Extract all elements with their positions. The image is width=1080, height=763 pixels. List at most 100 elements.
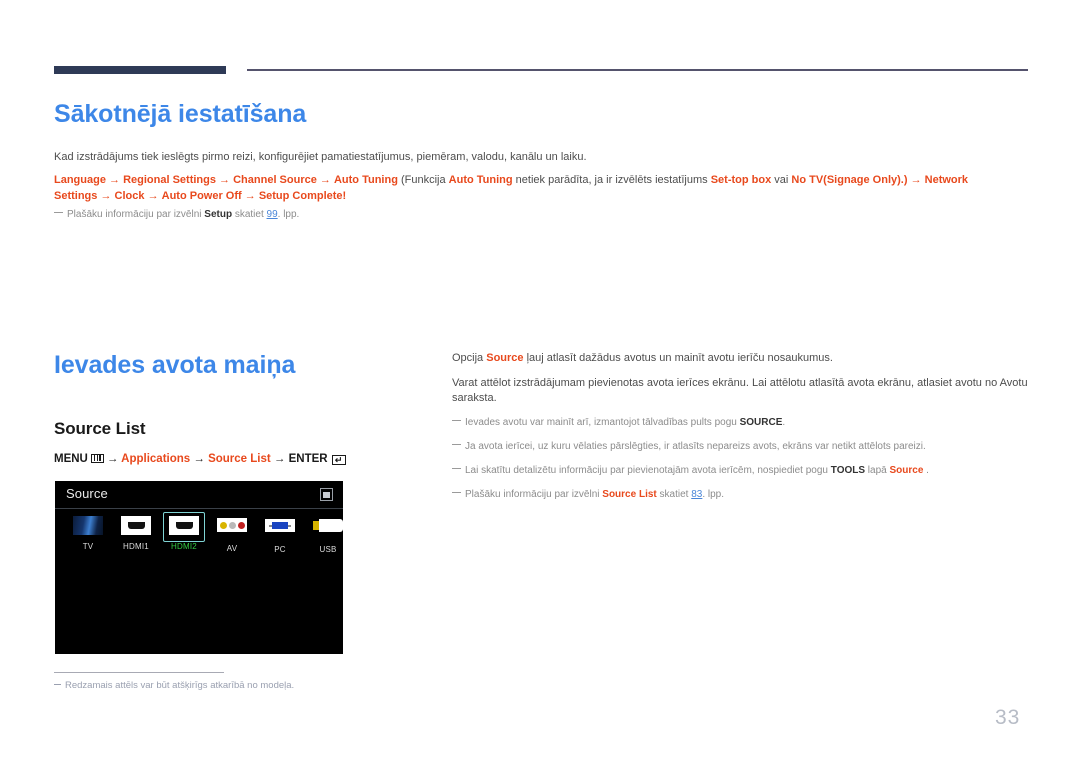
menu-label: MENU: [54, 453, 88, 465]
right-note-1: Ievades avotu var mainīt arī, izmantojot…: [452, 416, 1028, 430]
note-dash-icon: [452, 492, 461, 493]
flow-arrow-3: →: [319, 174, 331, 186]
source-label-hdmi1: HDMI1: [123, 542, 149, 551]
flow-paren-open: (Funkcija: [400, 174, 446, 186]
source-item-pc[interactable]: PC: [257, 515, 303, 554]
setup-flow-paragraph: Language → Regional Settings → Channel S…: [54, 172, 1014, 204]
note-dash-icon: [452, 444, 461, 445]
right-column: Opcija Source ļauj atlasīt dažādus avotu…: [452, 351, 1028, 512]
flow-kw-auto-tuning-2: Auto Tuning: [448, 174, 513, 186]
flow-step-setup-complete: Setup Complete!: [258, 190, 347, 202]
menu-navigation-path: MENU → Applications → Source List → ENTER…: [54, 453, 346, 465]
path-item-source-list[interactable]: Source List: [208, 453, 271, 465]
enter-label: ENTER: [288, 453, 328, 465]
right-lead-paragraph-2: Varat attēlot izstrādājumam pievienotas …: [452, 377, 1028, 404]
flow-step-language: Language: [54, 174, 106, 186]
footnote-text: Redzamais attēls var būt atšķirīgs atkar…: [65, 680, 295, 691]
flow-step-channel-source: Channel Source: [233, 174, 317, 186]
section-heading-initial-setup: Sākotnējā iestatīšana: [54, 100, 307, 128]
flow-step-auto-power-off: Auto Power Off: [161, 190, 242, 202]
right-note-3-kw-source: Source: [889, 465, 924, 476]
flow-kw-set-top-box: Set-top box: [710, 174, 772, 186]
path-arrow-2: →: [193, 453, 205, 465]
path-arrow-3: →: [273, 453, 286, 465]
right-note-3-text-2: lapā: [865, 465, 890, 476]
tv-screen-icon: [71, 516, 105, 538]
right-note-4-text-1: Plašāku informāciju par izvēlni: [465, 489, 603, 500]
right-note-1-text-2: .: [782, 417, 786, 428]
flow-text-or: vai: [774, 174, 789, 186]
path-item-applications[interactable]: Applications: [121, 453, 190, 465]
source-label-hdmi2: HDMI2: [171, 542, 197, 551]
source-item-usb[interactable]: USB: [305, 515, 351, 554]
right-note-4-text-3: . lpp.: [702, 489, 725, 500]
rca-jacks-icon: [215, 518, 249, 540]
flow-step-auto-tuning: Auto Tuning: [333, 174, 398, 186]
tv-panel-separator: [55, 508, 343, 509]
right-note-1-kw-source-button: SOURCE: [739, 417, 783, 428]
header-rule-thin: [247, 69, 1028, 71]
right-note-4: Plašāku informāciju par izvēlni Source L…: [452, 488, 1028, 502]
note-kw-setup: Setup: [204, 209, 233, 220]
flow-arrow-4: →: [910, 174, 922, 186]
path-arrow-1: →: [106, 453, 119, 465]
right-note-4-text-2: skatiet: [656, 489, 692, 500]
vga-port-icon: [263, 519, 297, 541]
source-item-hdmi1[interactable]: HDMI1: [113, 515, 159, 551]
note-setup-reference: Plašāku informāciju par izvēlni Setup sk…: [54, 208, 299, 222]
note-text-1: Plašāku informāciju par izvēlni: [67, 209, 205, 220]
right-note-3-kw-tools: TOOLS: [830, 465, 866, 476]
lead1-text-1: Opcija: [452, 352, 487, 364]
flow-arrow-6: →: [147, 190, 159, 202]
note-text-2: skatiet: [232, 209, 267, 220]
right-note-4-kw-source-list: Source List: [602, 489, 657, 500]
flow-arrow-1: →: [109, 174, 121, 186]
source-label-pc: PC: [274, 545, 286, 554]
note-dash-icon: [54, 212, 63, 213]
section-heading-change-input-source: Ievades avota maiņa: [54, 351, 296, 379]
tv-panel-title: Source: [66, 486, 108, 501]
flow-arrow-5: →: [100, 190, 112, 202]
footnote-image-disclaimer: Redzamais attēls var būt atšķirīgs atkar…: [54, 679, 294, 692]
intro-paragraph: Kad izstrādājums tiek ieslēgts pirmo rei…: [54, 151, 587, 163]
source-item-tv[interactable]: TV: [65, 515, 111, 551]
right-note-2-text: Ja avota ierīcei, uz kuru vēlaties pārsl…: [465, 441, 926, 452]
right-note-2: Ja avota ierīcei, uz kuru vēlaties pārsl…: [452, 440, 1028, 454]
hdmi-port-icon: [163, 512, 205, 542]
right-note-3-text-1: Lai skatītu detalizētu informāciju par p…: [465, 465, 831, 476]
hdmi-port-icon: [119, 516, 153, 538]
page-reference-link-83[interactable]: 83: [691, 489, 702, 500]
note-dash-icon: [452, 468, 461, 469]
page-reference-link-99[interactable]: 99: [267, 209, 278, 220]
note-dash-icon: [452, 420, 461, 421]
right-note-1-text-1: Ievades avotu var mainīt arī, izmantojot…: [465, 417, 740, 428]
tv-source-screen: Source TV HDMI1 HDMI2 AV PC USB: [55, 481, 343, 654]
document-page: Sākotnējā iestatīšana Kad izstrādājums t…: [0, 0, 1080, 763]
flow-text-mid: netiek parādīta, ja ir izvēlēts iestatīj…: [515, 174, 708, 186]
right-note-3: Lai skatītu detalizētu informāciju par p…: [452, 464, 1028, 478]
flow-arrow-2: →: [219, 174, 231, 186]
lead1-text-2: ļauj atlasīt dažādus avotus un mainīt av…: [523, 352, 833, 364]
note-text-3: . lpp.: [277, 209, 300, 220]
flow-step-clock: Clock: [114, 190, 145, 202]
flow-arrow-7: →: [244, 190, 256, 202]
window-restore-icon[interactable]: [320, 488, 333, 501]
right-lead-paragraph-1: Opcija Source ļauj atlasīt dažādus avotu…: [452, 351, 1028, 366]
page-number: 33: [995, 706, 1021, 729]
source-item-hdmi2[interactable]: HDMI2: [161, 512, 207, 551]
source-label-av: AV: [226, 544, 238, 553]
header-rule-thick: [54, 66, 226, 74]
footnote-dash-icon: [54, 684, 61, 685]
right-note-3-text-3: .: [923, 465, 929, 476]
source-icon-row: TV HDMI1 HDMI2 AV PC USB: [55, 512, 343, 563]
footnote-rule: [54, 672, 224, 673]
flow-kw-no-tv-signage: No TV(Signage Only).): [791, 174, 908, 186]
subheading-source-list: Source List: [54, 419, 146, 438]
lead1-kw-source: Source: [486, 352, 524, 364]
menu-grid-icon: [90, 454, 104, 463]
selection-focus-ring: [163, 512, 205, 542]
source-label-usb: USB: [319, 545, 337, 554]
enter-return-icon: ↵: [331, 455, 346, 465]
usb-plug-icon: [311, 519, 345, 541]
source-item-av[interactable]: AV: [209, 515, 255, 553]
